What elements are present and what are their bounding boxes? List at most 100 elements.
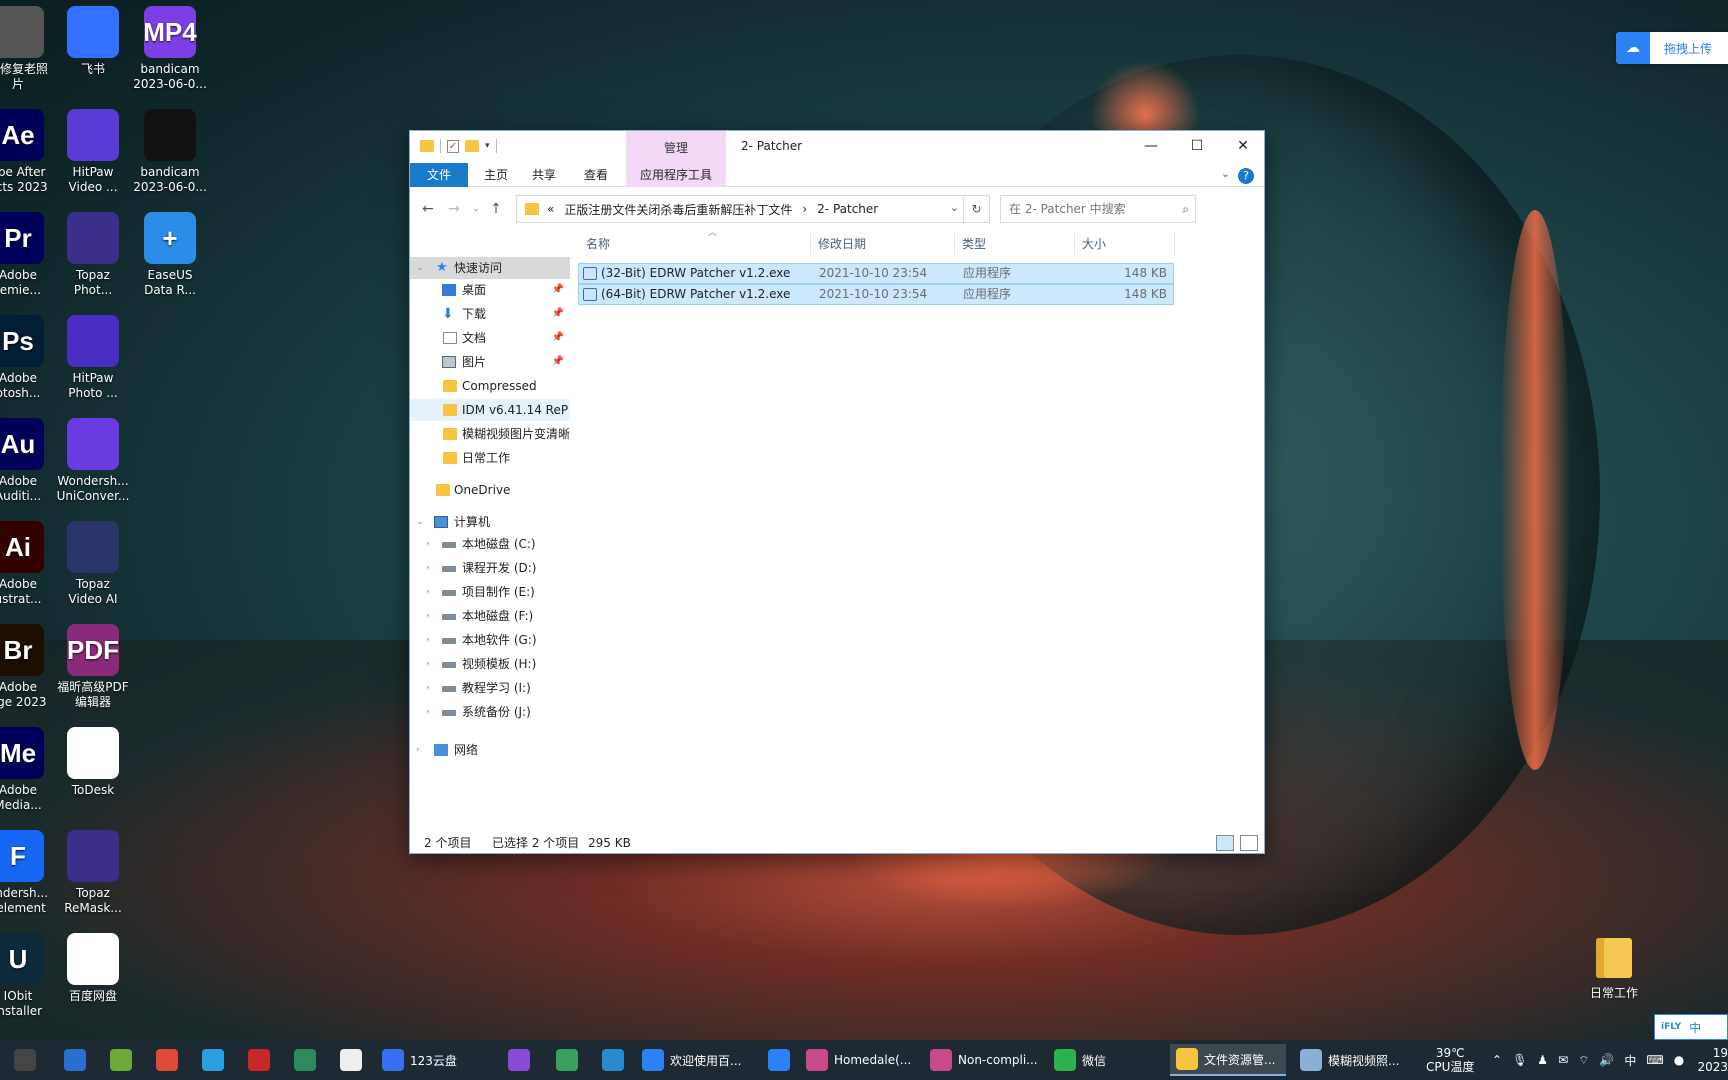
taskbar-item-13[interactable] xyxy=(762,1044,798,1076)
nav-documents[interactable]: 文档 📌 xyxy=(410,327,570,349)
volume-icon[interactable]: 🔊 xyxy=(1599,1053,1614,1067)
nav-quick-access[interactable]: ⌄ ★ 快速访问 xyxy=(410,257,570,279)
navigation-pane[interactable]: ⌄ ★ 快速访问 桌面 📌 ⬇ 下载 📌 文档 📌 图片 📌 Compresse… xyxy=(410,231,570,829)
taskbar-item-10[interactable] xyxy=(550,1044,586,1076)
column-separator[interactable] xyxy=(954,233,955,255)
nav-desktop[interactable]: 桌面 📌 xyxy=(410,279,570,301)
file-list[interactable]: ︿ 名称 修改日期 类型 大小 (32-Bit) EDRW Patcher v1… xyxy=(578,228,1266,829)
nav-drive-0[interactable]: › 本地磁盘 (C:) xyxy=(410,533,570,555)
taskbar-item-15[interactable]: Non-compli... xyxy=(924,1044,1040,1076)
file-row[interactable]: (32-Bit) EDRW Patcher v1.2.exe 2021-10-10… xyxy=(578,263,1174,284)
refresh-icon[interactable]: ↻ xyxy=(963,196,989,222)
nav-drive-7[interactable]: › 系统备份 (J:) xyxy=(410,701,570,723)
nav-drive-5[interactable]: › 视频模板 (H:) xyxy=(410,653,570,675)
up-arrow-icon[interactable]: ↑ xyxy=(486,199,506,219)
desktop-icon-col1-6[interactable]: Br Adobedge 2023 xyxy=(0,624,58,710)
ime-indicator[interactable]: 中 xyxy=(1624,1052,1636,1069)
manage-tab[interactable]: 管理 xyxy=(626,139,726,156)
desktop-icon-col2-2[interactable]: Topaz Phot... xyxy=(53,212,133,298)
nav-idm[interactable]: IDM v6.41.14 ReP xyxy=(410,399,570,421)
desktop-icon-col3-0[interactable]: MP4 bandicam 2023-06-0... xyxy=(130,6,210,92)
title-bar[interactable]: ✓ ▾ 管理 2- Patcher — ☐ ✕ xyxy=(410,131,1264,185)
taskbar-item-9[interactable] xyxy=(502,1044,538,1076)
tab-home[interactable]: 主页 xyxy=(474,163,518,187)
pin-icon[interactable]: 📌 xyxy=(552,279,564,301)
wechat-tray-icon[interactable]: ✉ xyxy=(1558,1053,1568,1067)
tab-share[interactable]: 共享 xyxy=(522,163,566,187)
microphone-icon[interactable]: 🎙 xyxy=(1512,1053,1527,1067)
desktop-icon-col1-9[interactable]: U IObitinstaller xyxy=(0,933,58,1019)
pin-icon[interactable]: 📌 xyxy=(552,351,564,373)
breadcrumb-separator[interactable]: › xyxy=(802,202,807,216)
breadcrumb-current[interactable]: 2- Patcher xyxy=(817,202,878,216)
desktop-folder-daily-work[interactable]: 日常工作 xyxy=(1574,938,1654,1001)
nav-computer[interactable]: ⌄ 计算机 xyxy=(410,511,570,533)
tab-app-tools[interactable]: 应用程序工具 xyxy=(626,163,726,187)
desktop-icon-col2-8[interactable]: Topaz ReMask... xyxy=(53,830,133,916)
keyboard-icon[interactable]: ⌨ xyxy=(1646,1053,1663,1067)
desktop-icon-col1-8[interactable]: Fondersh...Felement xyxy=(0,830,58,916)
search-input[interactable]: 在 2- Patcher 中搜索 ⌕ xyxy=(1000,195,1196,223)
taskbar-item-16[interactable]: 微信 xyxy=(1048,1044,1128,1076)
taskbar-item-18[interactable]: 模糊视频照... xyxy=(1294,1044,1410,1076)
desktop-icon-col2-3[interactable]: HitPaw Photo ... xyxy=(53,315,133,401)
folder-icon[interactable] xyxy=(420,140,434,152)
taskbar-item-3[interactable] xyxy=(150,1044,186,1076)
column-header-size[interactable]: 大小 xyxy=(1082,231,1162,257)
tab-view[interactable]: 查看 xyxy=(574,163,618,187)
desktop-icon-col1-2[interactable]: Pr Adoberemie... xyxy=(0,212,58,298)
taskbar-item-4[interactable] xyxy=(196,1044,232,1076)
nav-blur-video[interactable]: 模糊视频图片变清晰 xyxy=(410,423,570,445)
desktop-icon-col2-1[interactable]: HitPaw Video ... xyxy=(53,109,133,195)
taskbar-item-5[interactable] xyxy=(242,1044,278,1076)
nav-drive-6[interactable]: › 教程学习 (I:) xyxy=(410,677,570,699)
desktop-icon-col1-0[interactable]: 能修复老照片 xyxy=(0,6,58,92)
taskbar-item-6[interactable] xyxy=(288,1044,324,1076)
address-bar[interactable]: « 正版注册文件关闭杀毒后重新解压补丁文件 › 2- Patcher ⌄ ↻ xyxy=(516,195,990,223)
nav-drive-1[interactable]: › 课程开发 (D:) xyxy=(410,557,570,579)
chevron-up-icon[interactable]: ⌃ xyxy=(1492,1053,1502,1067)
customize-dropdown-icon[interactable]: ▾ xyxy=(485,141,490,151)
address-dropdown-icon[interactable]: ⌄ xyxy=(950,201,959,214)
column-header-name[interactable]: 名称 xyxy=(586,231,816,257)
properties-icon[interactable]: ✓ xyxy=(447,139,459,153)
column-header-date[interactable]: 修改日期 xyxy=(818,231,948,257)
nav-drive-3[interactable]: › 本地磁盘 (F:) xyxy=(410,605,570,627)
desktop-icon-col1-3[interactable]: Ps Adobe otosh... xyxy=(0,315,58,401)
file-row[interactable]: (64-Bit) EDRW Patcher v1.2.exe 2021-10-10… xyxy=(578,284,1174,305)
column-separator[interactable] xyxy=(1174,233,1175,255)
minimize-button[interactable]: — xyxy=(1128,131,1174,161)
tab-file[interactable]: 文件 xyxy=(410,163,468,187)
taskbar-item-1[interactable] xyxy=(58,1044,94,1076)
ifly-ime-widget[interactable]: iFLY 中 xyxy=(1654,1014,1728,1040)
ribbon-expand-icon[interactable]: ⌄ xyxy=(1221,167,1230,180)
desktop-icon-col1-1[interactable]: Ae obe Afterects 2023 xyxy=(0,109,58,195)
taskbar-item-14[interactable]: Homedale(... xyxy=(800,1044,916,1076)
nav-daily-work[interactable]: 日常工作 xyxy=(410,447,570,469)
notification-icon[interactable]: ● xyxy=(1674,1053,1684,1067)
taskbar-item-7[interactable] xyxy=(334,1044,370,1076)
wifi-icon[interactable]: ⌔ xyxy=(1578,1053,1589,1068)
breadcrumb-parent[interactable]: 正版注册文件关闭杀毒后重新解压补丁文件 xyxy=(564,201,792,218)
taskbar-item-17[interactable]: 文件资源管... xyxy=(1170,1044,1286,1076)
nav-drive-4[interactable]: › 本地软件 (G:) xyxy=(410,629,570,651)
taskbar-item-12[interactable]: 欢迎使用百... xyxy=(636,1044,752,1076)
forward-arrow-icon[interactable]: → xyxy=(444,199,464,219)
desktop-icon-col2-5[interactable]: Topaz Video AI xyxy=(53,521,133,607)
help-icon[interactable]: ? xyxy=(1238,168,1254,184)
nav-network[interactable]: › 网络 xyxy=(410,739,570,761)
new-folder-icon[interactable] xyxy=(465,140,479,152)
large-icons-view-icon[interactable] xyxy=(1240,835,1258,851)
column-separator[interactable] xyxy=(810,233,811,255)
app-tray-icon[interactable]: ♟ xyxy=(1537,1053,1548,1067)
address-overflow[interactable]: « xyxy=(547,202,554,216)
taskbar-item-11[interactable] xyxy=(596,1044,632,1076)
ifly-lang[interactable]: 中 xyxy=(1689,1019,1701,1036)
desktop-icon-col2-7[interactable]: ToDesk xyxy=(53,727,133,798)
file-explorer-window[interactable]: ✓ ▾ 管理 2- Patcher — ☐ ✕ 文件 主页 共享 查看 应用程序… xyxy=(409,130,1265,854)
nav-drive-2[interactable]: › 项目制作 (E:) xyxy=(410,581,570,603)
desktop-icon-col1-4[interactable]: Au AdobeAuditi... xyxy=(0,418,58,504)
taskbar-item-2[interactable] xyxy=(104,1044,140,1076)
clock[interactable]: 19 2023 xyxy=(1697,1040,1728,1080)
desktop-icon-col1-5[interactable]: Ai Adobeustrat... xyxy=(0,521,58,607)
